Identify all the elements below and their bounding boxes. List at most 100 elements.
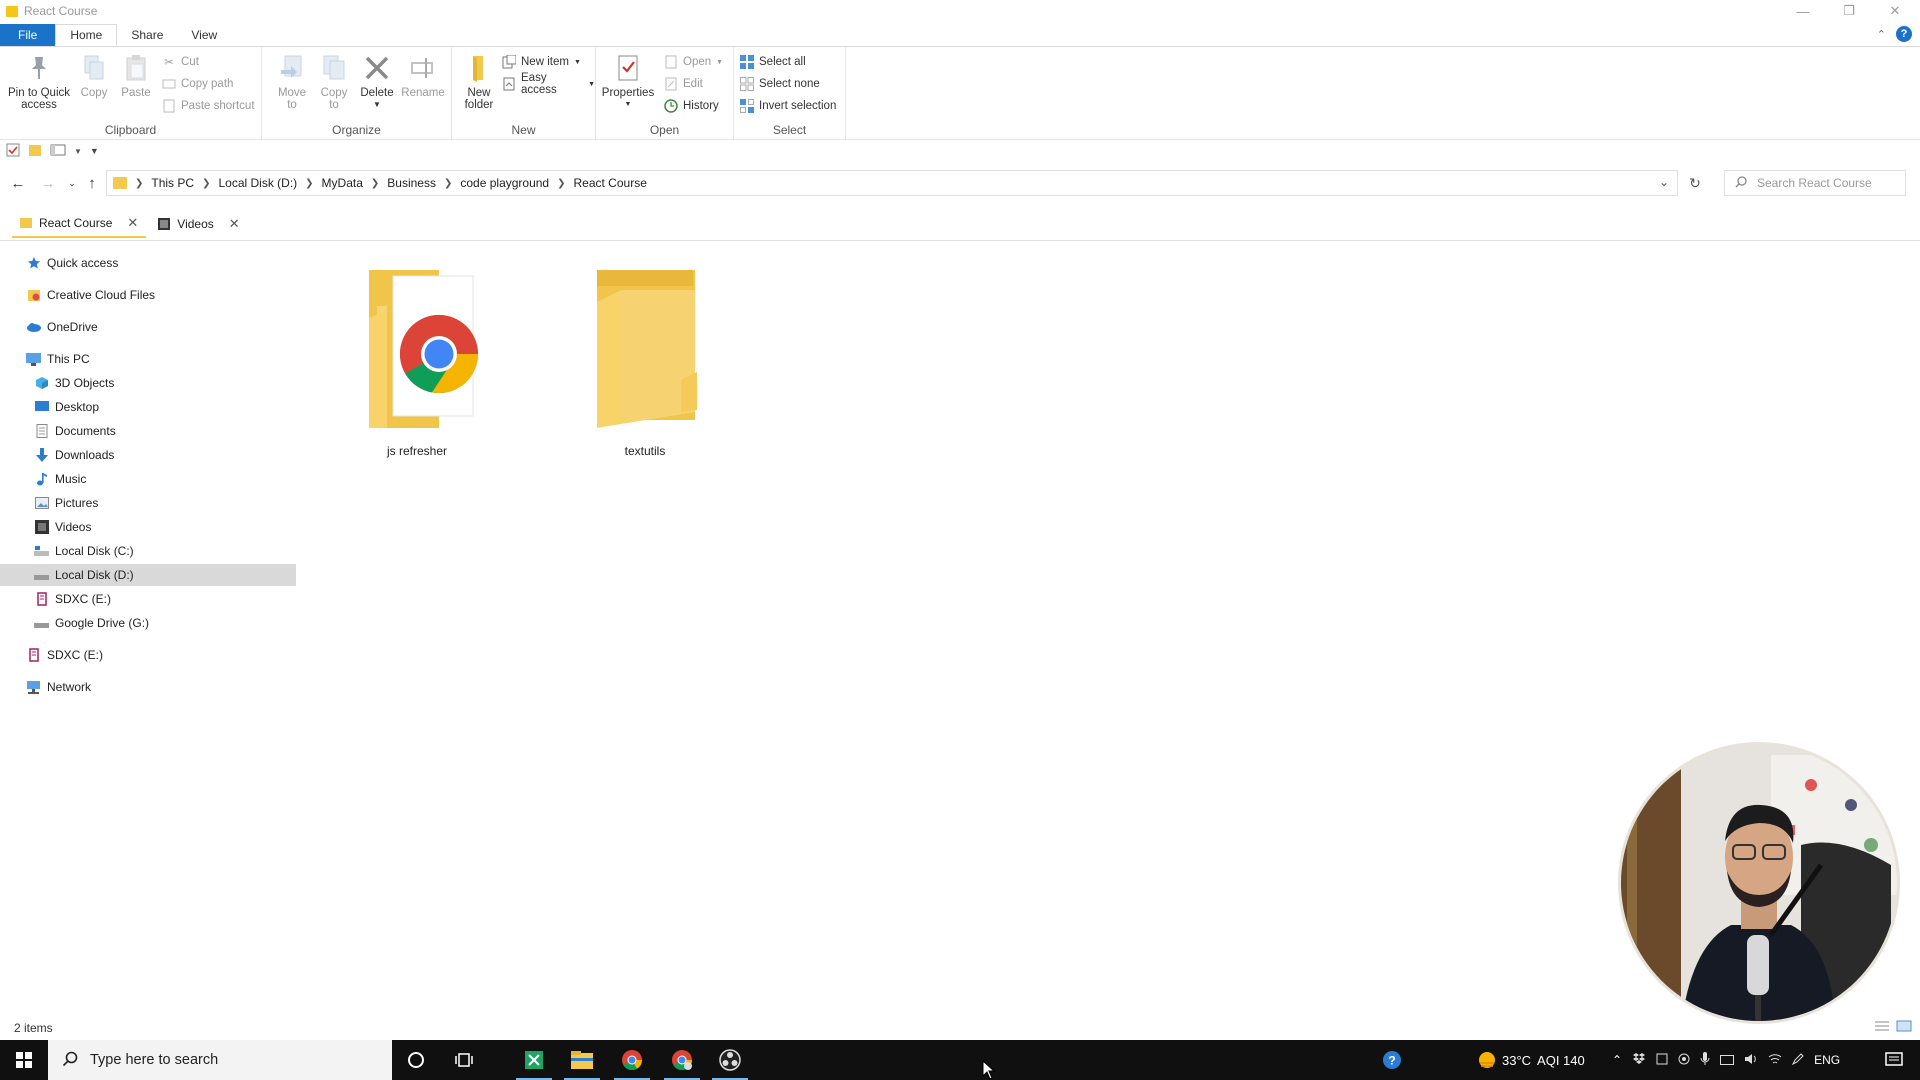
open-button[interactable]: Open ▼: [664, 53, 723, 71]
details-view-icon[interactable]: [1874, 1020, 1890, 1035]
easy-access-button[interactable]: Easy access ▼: [502, 72, 595, 96]
start-button[interactable]: [0, 1040, 48, 1080]
taskbar-app-chrome[interactable]: [608, 1040, 656, 1080]
chevron-right-icon[interactable]: ❯: [305, 178, 313, 189]
properties-button[interactable]: Properties ▼: [600, 53, 656, 111]
language-indicator[interactable]: ENG: [1814, 1053, 1840, 1067]
taskbar-app-chrome-profile[interactable]: [658, 1040, 706, 1080]
select-none-button[interactable]: Select none: [740, 75, 820, 93]
sidebar-item-music[interactable]: Music: [0, 468, 296, 490]
notification-center-button[interactable]: [1870, 1040, 1918, 1080]
tab-file[interactable]: File: [0, 24, 56, 46]
sidebar-item-onedrive[interactable]: OneDrive: [0, 316, 296, 338]
pen-icon[interactable]: [1791, 1052, 1804, 1068]
chevron-right-icon[interactable]: ❯: [371, 178, 379, 189]
breadcrumb-business[interactable]: Business: [387, 176, 436, 190]
taskbar-app-file-explorer[interactable]: [558, 1040, 606, 1080]
new-folder-button[interactable]: New folder: [458, 53, 500, 111]
delete-button[interactable]: Delete ▼: [356, 53, 398, 111]
breadcrumb-mydata[interactable]: MyData: [322, 176, 363, 190]
chevron-right-icon[interactable]: ❯: [444, 178, 452, 189]
help-icon[interactable]: ?: [1896, 26, 1912, 42]
address-history-dropdown[interactable]: ⌄: [1659, 175, 1669, 189]
search-box[interactable]: [1724, 170, 1906, 196]
dropbox-icon[interactable]: [1632, 1052, 1646, 1068]
tab-home[interactable]: Home: [55, 24, 118, 46]
tab-view[interactable]: View: [177, 24, 231, 46]
chevron-up-icon[interactable]: ⌃: [1612, 1053, 1622, 1067]
copy-button[interactable]: Copy: [76, 53, 112, 99]
sidebar-item-sdxc-e[interactable]: SDXC (E:): [0, 588, 296, 610]
breadcrumb-local-disk-d[interactable]: Local Disk (D:): [218, 176, 297, 190]
sidebar-item-network[interactable]: Network: [0, 676, 296, 698]
select-all-button[interactable]: Select all: [740, 53, 806, 71]
task-view-button[interactable]: [440, 1040, 488, 1080]
layout-icon[interactable]: [50, 144, 66, 159]
close-icon[interactable]: ✕: [127, 215, 138, 231]
weather-widget[interactable]: 33°C AQI 140: [1478, 1040, 1585, 1080]
breadcrumb-code-playground[interactable]: code playground: [460, 176, 549, 190]
tab-react-course[interactable]: React Course ✕: [12, 210, 147, 238]
large-icons-view-icon[interactable]: [1896, 1020, 1912, 1035]
keyboard-icon[interactable]: [1720, 1053, 1735, 1068]
battery-icon[interactable]: [1656, 1053, 1668, 1068]
taskbar-search[interactable]: [48, 1040, 392, 1080]
edit-button[interactable]: Edit: [664, 75, 703, 93]
sidebar-item-desktop[interactable]: Desktop: [0, 396, 296, 418]
copy-path-button[interactable]: Copy path: [162, 75, 233, 93]
sidebar-item-3d-objects[interactable]: 3D Objects: [0, 372, 296, 394]
chrome-tray-icon[interactable]: [1678, 1053, 1690, 1068]
sidebar-item-this-pc[interactable]: This PC: [0, 348, 296, 370]
chevron-up-icon[interactable]: ⌃: [1877, 28, 1886, 41]
sidebar-item-sdxc-e-root[interactable]: SDXC (E:): [0, 644, 296, 666]
close-icon[interactable]: ✕: [229, 216, 240, 232]
copy-to-button[interactable]: Copy to: [314, 53, 354, 111]
sidebar-item-local-disk-d[interactable]: Local Disk (D:): [0, 564, 296, 586]
tab-videos[interactable]: Videos ✕: [150, 210, 247, 238]
back-button[interactable]: ←: [6, 168, 30, 198]
rename-button[interactable]: Rename: [400, 53, 446, 99]
close-button[interactable]: ✕: [1872, 0, 1918, 22]
history-button[interactable]: History: [664, 97, 719, 115]
restore-button[interactable]: ❐: [1826, 0, 1872, 22]
sidebar-item-creative-cloud[interactable]: Creative Cloud Files: [0, 284, 296, 306]
tab-share[interactable]: Share: [117, 24, 177, 46]
taskbar-app-excel[interactable]: [510, 1040, 558, 1080]
paste-shortcut-button[interactable]: Paste shortcut: [162, 97, 255, 115]
address-bar[interactable]: ❯ This PC ❯ Local Disk (D:) ❯ MyData ❯ B…: [106, 170, 1678, 196]
new-item-button[interactable]: New item ▼: [502, 53, 581, 71]
minimize-button[interactable]: —: [1780, 0, 1826, 22]
move-to-button[interactable]: Move to: [272, 53, 312, 111]
sidebar-item-videos[interactable]: Videos: [0, 516, 296, 538]
sidebar-item-pictures[interactable]: Pictures: [0, 492, 296, 514]
new-folder-icon[interactable]: [28, 143, 42, 160]
taskbar-app-obs[interactable]: [706, 1040, 754, 1080]
sidebar-item-quick-access[interactable]: Quick access: [0, 252, 296, 274]
search-input[interactable]: [1757, 176, 1897, 190]
taskbar-search-input[interactable]: [90, 1052, 370, 1068]
sidebar-item-downloads[interactable]: Downloads: [0, 444, 296, 466]
paste-button[interactable]: Paste: [118, 53, 154, 99]
refresh-button[interactable]: ↻: [1682, 170, 1708, 196]
breadcrumb-this-pc[interactable]: This PC: [151, 176, 194, 190]
chevron-down-icon[interactable]: ▼: [74, 147, 82, 156]
sidebar-item-local-disk-c[interactable]: Local Disk (C:): [0, 540, 296, 562]
folder-item-js-refresher[interactable]: js refresher: [332, 262, 502, 462]
pin-quick-access-button[interactable]: Pin to Quick access: [4, 53, 74, 111]
forward-button[interactable]: →: [36, 168, 60, 198]
microphone-icon[interactable]: [1700, 1051, 1710, 1069]
wifi-icon[interactable]: [1768, 1053, 1782, 1068]
folder-item-textutils[interactable]: textutils: [560, 262, 730, 462]
cortana-button[interactable]: [392, 1040, 440, 1080]
help-tray-button[interactable]: ?: [1368, 1040, 1416, 1080]
sidebar-item-google-drive-g[interactable]: Google Drive (G:): [0, 612, 296, 634]
volume-icon[interactable]: [1744, 1053, 1758, 1068]
invert-selection-button[interactable]: Invert selection: [740, 97, 836, 115]
customize-toolbar-icon[interactable]: ▼: [90, 146, 99, 156]
breadcrumb-react-course[interactable]: React Course: [574, 176, 647, 190]
sidebar-item-documents[interactable]: Documents: [0, 420, 296, 442]
chevron-right-icon[interactable]: ❯: [557, 178, 565, 189]
cut-button[interactable]: ✂ Cut: [162, 53, 199, 71]
chevron-right-icon[interactable]: ❯: [202, 178, 210, 189]
up-button[interactable]: ↑: [80, 168, 104, 198]
